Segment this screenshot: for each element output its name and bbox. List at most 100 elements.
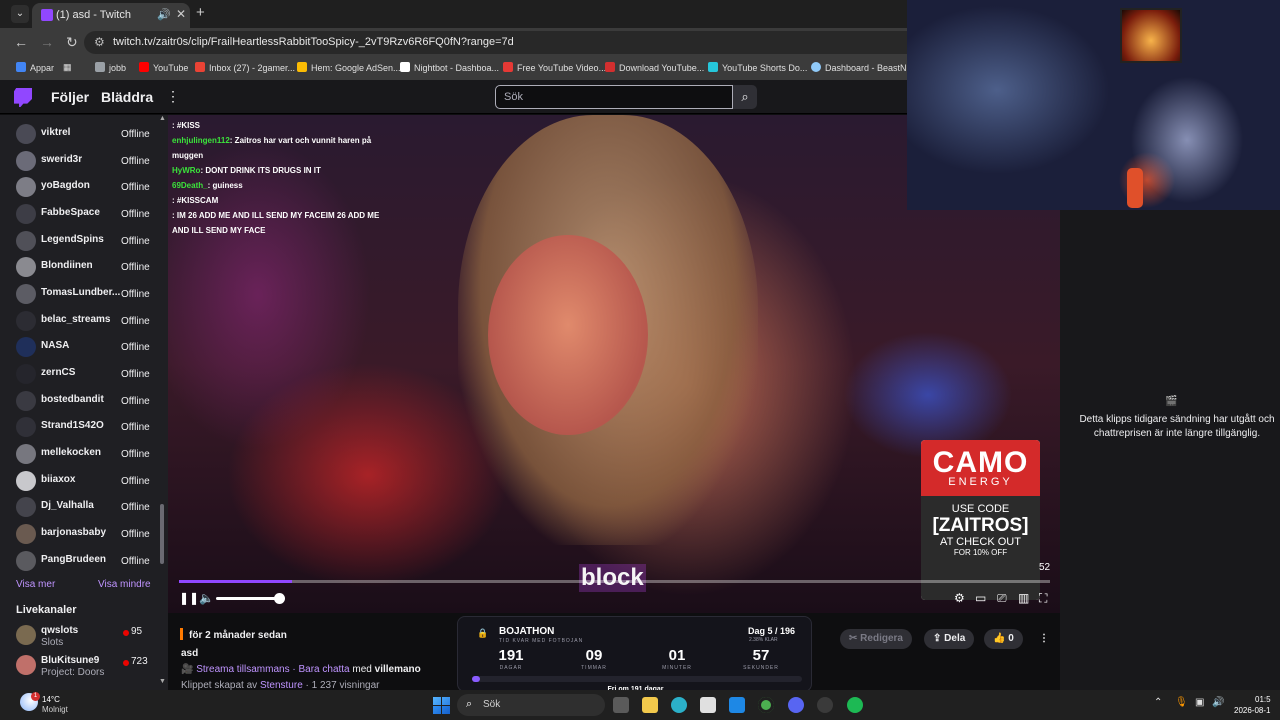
twitch-logo-icon[interactable]	[14, 88, 32, 107]
browser-tab[interactable]: (1) asd - Twitch 🔊 ✕	[32, 3, 190, 28]
scroll-up-icon[interactable]: ▲	[159, 115, 166, 122]
countdown-minutes-label: MINUTER	[662, 665, 692, 671]
chat-replay-unavailable-message: Detta klipps tidigare sändning har utgåt…	[1079, 414, 1275, 439]
weather-condition[interactable]: Molnigt	[42, 705, 68, 714]
ad-brand: CAMO	[932, 446, 1029, 479]
overlay-chat-line: : IM 26 ADD ME AND ILL SEND MY FACEIM 26…	[172, 208, 392, 238]
seek-bar[interactable]	[179, 580, 1050, 583]
sidebar-channel[interactable]: Blondiinen Offline	[16, 257, 166, 277]
bookmark-adsense[interactable]: Hem: Google AdSen...	[297, 62, 401, 73]
pause-icon[interactable]: ❚❚	[179, 591, 199, 605]
category-links[interactable]: Streama tillsammans · Bara chatta	[196, 664, 349, 675]
more-options-icon[interactable]: ⋮	[166, 88, 180, 105]
bookmark-download-youtube[interactable]: Download YouTube...	[605, 62, 704, 73]
bookmark-beastn[interactable]: Dashboard - BeastN...	[811, 62, 914, 73]
chrome-icon[interactable]	[758, 697, 774, 713]
cast-icon[interactable]: ⎚	[997, 591, 1007, 606]
forward-icon[interactable]: →	[40, 34, 54, 50]
store-icon[interactable]	[700, 697, 716, 713]
camo-energy-ad: CAMO ENERGY USE CODE [ZAITROS] AT CHECK …	[921, 440, 1040, 600]
nav-following[interactable]: Följer	[51, 89, 89, 105]
sidebar-channel[interactable]: PangBrudeen Offline	[16, 551, 166, 571]
sidebar-channel[interactable]: NASA Offline	[16, 337, 166, 357]
sidebar-channel[interactable]: swerid3r Offline	[16, 151, 166, 171]
sidebar-channel[interactable]: barjonasbaby Offline	[16, 524, 166, 544]
speaker-icon[interactable]: 🔊	[157, 8, 171, 21]
theatre-mode-icon[interactable]: ▭	[975, 591, 986, 605]
settings-gear-icon[interactable]: ⚙	[954, 591, 965, 605]
scroll-down-icon[interactable]: ▼	[159, 678, 166, 685]
like-button[interactable]: 👍 0	[984, 629, 1023, 649]
edge-icon[interactable]	[671, 697, 687, 713]
volume-slider[interactable]	[216, 597, 280, 600]
sidebar-channel[interactable]: biiaxox Offline	[16, 471, 166, 491]
volume-icon[interactable]: 🔈	[199, 591, 214, 605]
grid-icon[interactable]: ▦	[63, 62, 72, 73]
sidebar-channel[interactable]: FabbeSpace Offline	[16, 204, 166, 224]
taskbar-search[interactable]: ⌕ Sök	[457, 694, 605, 716]
nav-browse[interactable]: Bläddra	[101, 89, 153, 105]
sidebar-channel[interactable]: belac_streams Offline	[16, 311, 166, 331]
bookmark-youtube[interactable]: YouTube	[139, 62, 188, 73]
clip-icon[interactable]: ▥	[1018, 591, 1029, 605]
with-user[interactable]: villemano	[375, 664, 421, 675]
file-explorer-icon[interactable]	[642, 697, 658, 713]
sidebar-channel[interactable]: LegendSpins Offline	[16, 231, 166, 251]
bookmark-apps[interactable]: Appar	[16, 62, 54, 73]
tray-overflow-icon[interactable]: ⌃	[1154, 697, 1162, 708]
show-less-link[interactable]: Visa mindre	[98, 579, 151, 590]
sidebar-channel[interactable]: Dj_Valhalla Offline	[16, 497, 166, 517]
channel-status: Offline	[121, 236, 150, 247]
site-info-icon[interactable]: ⚙	[94, 35, 105, 49]
channel-name: yoBagdon	[41, 180, 90, 191]
countdown-hours: 09	[585, 647, 603, 664]
live-channel[interactable]: BluKitsune9 Project: Doors 723	[16, 655, 166, 679]
sidebar-channel[interactable]: mellekocken Offline	[16, 444, 166, 464]
taskbar-date[interactable]: 2026-08-1	[1234, 706, 1270, 715]
taskbar-clock[interactable]: 01:5	[1255, 695, 1271, 704]
ad-line3: AT CHECK OUT	[940, 536, 1021, 548]
obs-icon[interactable]	[817, 697, 833, 713]
edit-button[interactable]: ✂ Redigera	[840, 629, 912, 649]
bookmark-inbox[interactable]: Inbox (27) - 2gamer...	[195, 62, 295, 73]
overlay-chat-text: : DONT DRINK ITS DRUGS IN IT	[200, 166, 321, 175]
tab-search-icon[interactable]: ⌄	[11, 5, 29, 23]
search-button[interactable]: ⌕	[733, 85, 757, 109]
overlay-chat-user: HyWRo	[172, 166, 201, 175]
live-channel[interactable]: qwslots Slots 95	[16, 625, 166, 649]
channel-status: Offline	[121, 476, 150, 487]
new-tab-icon[interactable]: +	[196, 4, 205, 21]
bookmark-label: Download YouTube...	[619, 63, 705, 73]
sidebar-channel[interactable]: TomasLundber... Offline	[16, 284, 166, 304]
omnibox[interactable]: ⚙ twitch.tv/zaitr0s/clip/FrailHeartlessR…	[84, 31, 907, 54]
bookmark-free-youtube[interactable]: Free YouTube Video...	[503, 62, 606, 73]
speaker-icon[interactable]: 🔊	[1212, 697, 1224, 708]
share-button[interactable]: ⇪ Dela	[924, 629, 975, 649]
volume-slider-knob[interactable]	[274, 593, 285, 604]
viewer-count: 723	[131, 656, 148, 667]
more-actions-icon[interactable]: ⋮	[1030, 629, 1058, 649]
tray-app-icon[interactable]: 🎙	[1175, 697, 1188, 708]
spotify-icon[interactable]	[847, 697, 863, 713]
seek-bar-fill	[179, 580, 293, 583]
bookmark-shorts[interactable]: YouTube Shorts Do...	[708, 62, 807, 73]
weather-temp[interactable]: 14°C	[42, 695, 60, 704]
mail-icon[interactable]	[729, 697, 745, 713]
bookmark-jobb[interactable]: jobb	[95, 62, 126, 73]
sidebar-channel[interactable]: Strand1S42O Offline	[16, 417, 166, 437]
task-view-icon[interactable]	[613, 697, 629, 713]
show-more-link[interactable]: Visa mer	[16, 579, 55, 590]
bookmark-nightbot[interactable]: Nightbot - Dashboa...	[400, 62, 499, 73]
sidebar-channel[interactable]: yoBagdon Offline	[16, 177, 166, 197]
search-input[interactable]: Sök	[495, 85, 733, 109]
address-bar-row: ← → ↻ ⚙ twitch.tv/zaitr0s/clip/FrailHear…	[0, 28, 907, 57]
network-icon[interactable]: ▣	[1195, 697, 1204, 708]
reload-icon[interactable]: ↻	[66, 34, 78, 51]
sidebar-channel[interactable]: viktrel Offline	[16, 124, 166, 144]
discord-icon[interactable]	[788, 697, 804, 713]
fullscreen-icon[interactable]: ⛶	[1039, 591, 1047, 606]
close-tab-icon[interactable]: ✕	[176, 7, 186, 21]
sidebar-channel[interactable]: zernCS Offline	[16, 364, 166, 384]
sidebar-channel[interactable]: bostedbandit Offline	[16, 391, 166, 411]
back-icon[interactable]: ←	[14, 34, 28, 50]
